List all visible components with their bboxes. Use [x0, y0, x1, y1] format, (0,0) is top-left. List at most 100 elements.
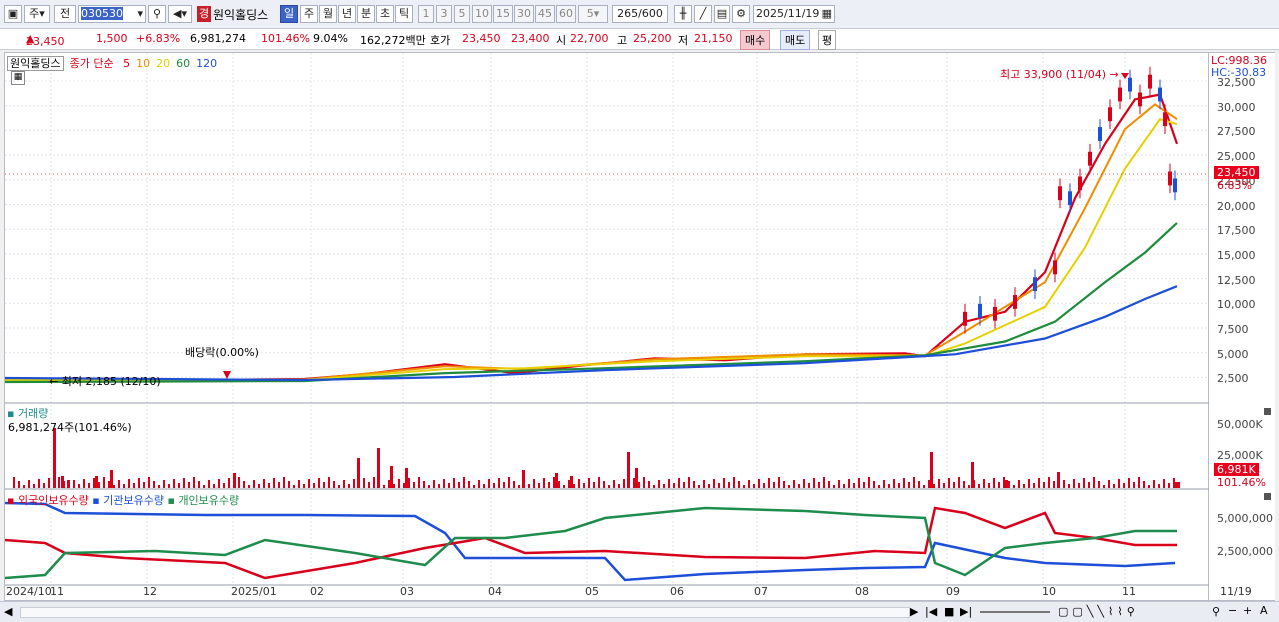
candle	[1173, 178, 1177, 193]
institution-holdings-label: ▪ 기관보유수량	[92, 494, 164, 507]
count-display[interactable]: 265/600	[612, 5, 668, 23]
candle	[1058, 186, 1062, 201]
scroll-right-icon[interactable]: ▶	[910, 605, 918, 618]
period-unit-select[interactable]: 주▾	[24, 5, 50, 23]
candle	[1158, 87, 1162, 102]
trade-amount: 162,272백만	[360, 34, 426, 47]
chart-canvas	[5, 53, 1210, 586]
font-size-icon[interactable]: A	[1260, 604, 1268, 617]
ma120-label: 120	[196, 57, 218, 70]
holdings-tick-5000000: 5,000,000	[1217, 512, 1273, 525]
candle-icon[interactable]: ╫	[674, 5, 692, 23]
interval-minute[interactable]: 분	[357, 5, 375, 23]
prev-button[interactable]: 전	[54, 5, 76, 23]
holdings-panel-close[interactable]	[1264, 493, 1271, 500]
stock-code-input[interactable]: 030530 ▾	[78, 5, 146, 23]
interval-day[interactable]: 일	[280, 5, 298, 23]
ma5-label: 5	[123, 57, 131, 70]
volume-value: 6,981,274	[190, 32, 246, 45]
price-tick: 10,000	[1217, 298, 1256, 312]
minute-5[interactable]: 5	[454, 5, 470, 23]
open-label: 시	[556, 34, 567, 47]
candle	[963, 311, 967, 326]
stop-icon[interactable]: ■	[944, 605, 954, 618]
low-price: 21,150	[694, 32, 733, 45]
volume-panel-close[interactable]	[1264, 408, 1271, 415]
x-label-11: 11	[50, 585, 64, 598]
interval-month[interactable]: 월	[319, 5, 337, 23]
layout-icon[interactable]: ▣	[4, 5, 22, 23]
sound-icon[interactable]: ◀▾	[168, 5, 192, 23]
ma-line	[5, 93, 1179, 382]
stock-name-tag: 원익홀딩스	[7, 56, 64, 71]
change-percent: +6.83%	[136, 32, 181, 45]
price-tick: 5,000	[1217, 347, 1249, 361]
dividend-annotation: 배당락(0.00%)	[185, 346, 259, 359]
minute-60[interactable]: 60	[556, 5, 576, 23]
scroll-track[interactable]	[20, 607, 910, 618]
candle	[1053, 260, 1057, 275]
quote-bar: 23,450 ▲ 1,500 +6.83% 6,981,274 101.46% …	[0, 29, 1279, 50]
price-tick: 27,500	[1217, 125, 1256, 139]
volume-tick-25000: 25,000K	[1217, 449, 1263, 462]
price-tick: 20,000	[1217, 199, 1256, 213]
candle	[1108, 107, 1112, 122]
x-label-11-19: 11/19	[1220, 585, 1252, 598]
individual-holdings-label: ▪ 개인보유수량	[167, 494, 240, 507]
candle	[1128, 77, 1132, 92]
search-icon[interactable]: ⚲	[148, 5, 166, 23]
chart-type-icon[interactable]: ╱	[694, 5, 712, 23]
gear-icon[interactable]: ⚙	[732, 5, 750, 23]
open-price: 22,700	[570, 32, 609, 45]
price-tick: 25,000	[1217, 150, 1256, 164]
zoom-slider[interactable]	[980, 611, 1050, 613]
minute-15[interactable]: 15	[493, 5, 513, 23]
chart-area[interactable]: 원익홀딩스 종가 단순 5 10 20 60 120 ▦ 최고 33,900 (11/04…	[4, 52, 1210, 601]
price-tick: 12,500	[1217, 273, 1256, 287]
period-select[interactable]: 5▾	[578, 5, 608, 23]
interval-week[interactable]: 주	[300, 5, 318, 23]
buy-button[interactable]: 매수	[740, 30, 771, 50]
date-input[interactable]: 2025/11/19 ▦	[753, 5, 835, 23]
average-button[interactable]: 평	[818, 30, 837, 50]
zoom-in-icon[interactable]: +	[1243, 604, 1252, 617]
turnover-rate: 9.04%	[313, 32, 348, 45]
candle	[1098, 127, 1102, 141]
sell-button[interactable]: 매도	[780, 30, 811, 50]
drawing-tools-icon[interactable]: ▢▢╲╲⌇⌇⚲	[1058, 605, 1139, 618]
grade-badge: 경	[197, 6, 211, 22]
price-change: 1,500	[96, 32, 128, 45]
minute-1[interactable]: 1	[418, 5, 434, 23]
interval-year[interactable]: 년	[338, 5, 356, 23]
ask-price: 23,450	[462, 32, 501, 45]
zoom-out-icon[interactable]: −	[1228, 604, 1237, 617]
current-price: 23,450 ▲	[26, 32, 65, 48]
interval-second[interactable]: 초	[376, 5, 394, 23]
next-page-icon[interactable]: ▶|	[960, 605, 972, 618]
x-label-09: 09	[946, 585, 960, 598]
price-tick: 30,000	[1217, 100, 1256, 114]
first-page-icon[interactable]: |◀	[925, 605, 937, 618]
x-label-07: 07	[754, 585, 768, 598]
price-tick: 2,500	[1217, 372, 1249, 386]
grid-toggle-icon[interactable]: ▦	[11, 71, 25, 85]
zoom-icon[interactable]: ⚲	[1212, 605, 1220, 618]
minute-30[interactable]: 30	[514, 5, 534, 23]
candle	[1088, 151, 1092, 166]
candle	[1013, 295, 1017, 309]
candle	[1138, 92, 1142, 107]
scroll-left-icon[interactable]: ◀	[4, 605, 12, 618]
volume-tag: 6,981K	[1214, 463, 1259, 476]
candle	[1078, 176, 1082, 191]
ma10-label: 10	[136, 57, 151, 70]
save-icon[interactable]: ▤	[714, 5, 730, 23]
interval-tick[interactable]: 틱	[395, 5, 413, 23]
scroll-bar[interactable]: ◀ ▶ |◀ ■ ▶| ▢▢╲╲⌇⌇⚲ ⚲ − + A	[0, 601, 1279, 622]
ma-line	[5, 103, 1178, 381]
x-label-08: 08	[855, 585, 869, 598]
minute-10[interactable]: 10	[472, 5, 492, 23]
holdings-tick-2500000: 2,500,000	[1217, 545, 1273, 558]
minute-45[interactable]: 45	[535, 5, 555, 23]
ma60-label: 60	[176, 57, 191, 70]
minute-3[interactable]: 3	[436, 5, 452, 23]
